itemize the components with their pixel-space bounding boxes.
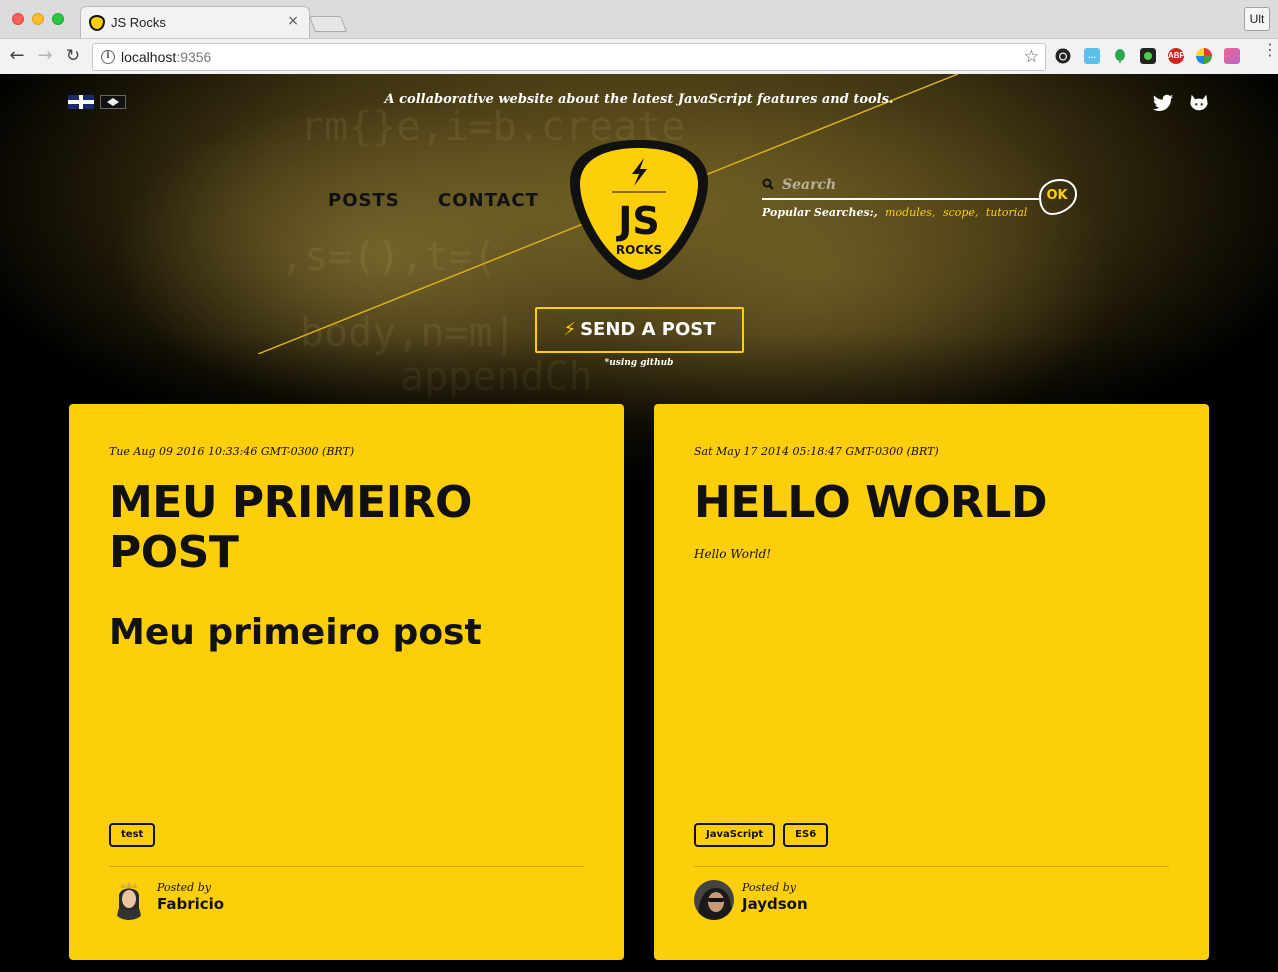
close-window-button[interactable] [12, 13, 24, 25]
adblock-icon[interactable]: ABP [1168, 48, 1185, 64]
profile-button[interactable]: Ult [1244, 7, 1270, 31]
pinwheel-icon[interactable] [1196, 48, 1212, 64]
new-tab-button[interactable] [309, 16, 347, 32]
tab-title: JS Rocks [111, 15, 166, 30]
popular-search-link[interactable]: scope, [943, 206, 978, 219]
menu-icon[interactable]: ⋮ [1262, 42, 1278, 58]
author-name[interactable]: Fabricio [157, 895, 224, 913]
github-icon[interactable] [1055, 48, 1071, 64]
send-post-note: *using github [604, 358, 674, 368]
post-date: Sat May 17 2014 05:18:47 GMT-0300 (BRT) [694, 445, 939, 458]
browser-chrome: JS Rocks × Ult ← → ↻ i localhost:9356 ☆ … [0, 0, 1278, 74]
avatar[interactable] [109, 880, 149, 920]
popular-search-link[interactable]: modules, [885, 206, 935, 219]
github-icon[interactable] [1188, 92, 1210, 114]
author-name[interactable]: Jaydson [742, 895, 808, 913]
posted-by-label: Posted by [157, 881, 211, 894]
tag-link[interactable]: ES6 [783, 823, 829, 847]
twitter-icon[interactable] [1152, 92, 1174, 114]
ok-label: OK [1046, 188, 1068, 203]
post-card[interactable]: Tue Aug 09 2016 10:33:46 GMT-0300 (BRT) … [69, 404, 624, 960]
divider [694, 866, 1169, 867]
reload-icon[interactable]: ↻ [62, 45, 84, 67]
post-card[interactable]: Sat May 17 2014 05:18:47 GMT-0300 (BRT) … [654, 404, 1209, 960]
post-tags: JavaScript ES6 [694, 822, 836, 847]
search-icon [762, 178, 774, 190]
avatar[interactable] [694, 880, 734, 920]
logo-rocks-text: ROCKS [616, 243, 662, 257]
browser-toolbar: ← → ↻ i localhost:9356 ☆ … ABP ⋮ [0, 38, 1278, 74]
send-post-label: SEND A POST [580, 319, 716, 340]
post-subtitle: Meu primeiro post [109, 612, 482, 653]
post-tags: test [109, 822, 163, 847]
nav-posts-link[interactable]: POSTS [328, 190, 400, 211]
minimize-window-button[interactable] [32, 13, 44, 25]
tab-close-icon[interactable]: × [287, 13, 299, 29]
forward-arrow-icon[interactable]: → [34, 45, 56, 67]
maximize-window-button[interactable] [52, 13, 64, 25]
post-title[interactable]: HELLO WORLD [694, 478, 1164, 528]
site-tagline: A collaborative website about the latest… [384, 92, 894, 107]
divider [109, 866, 584, 867]
popular-searches: Popular Searches:, modules, scope, tutor… [762, 206, 1027, 219]
back-arrow-icon[interactable]: ← [6, 45, 28, 67]
send-post-button[interactable]: ⚡ SEND A POST [535, 307, 744, 353]
post-title[interactable]: MEU PRIMEIRO POST [109, 478, 579, 578]
search-underline [762, 198, 1040, 200]
info-icon[interactable]: i [101, 50, 115, 64]
nav-contact-link[interactable]: CONTACT [438, 190, 539, 211]
search-input[interactable] [782, 174, 1032, 196]
chat-bubble-icon[interactable]: … [1084, 48, 1100, 64]
posted-by-label: Posted by [742, 881, 796, 894]
popular-search-link[interactable]: tutorial [986, 206, 1027, 219]
post-date: Tue Aug 09 2016 10:33:46 GMT-0300 (BRT) [109, 445, 355, 458]
address-bar[interactable]: i localhost:9356 ☆ [92, 43, 1046, 71]
leaf-icon[interactable] [1112, 48, 1128, 64]
search-ok-button[interactable]: OK [1036, 178, 1078, 216]
logo-js-text: JS [615, 199, 660, 243]
favicon-icon [89, 15, 105, 31]
lightning-icon: ⚡ [563, 319, 577, 340]
tab-bar: JS Rocks × Ult [0, 0, 1278, 38]
gradient-square-icon[interactable] [1224, 48, 1240, 64]
popular-searches-label: Popular Searches:, [762, 206, 878, 219]
bookmark-star-icon[interactable]: ☆ [1024, 47, 1039, 67]
browser-tab[interactable]: JS Rocks × [80, 6, 310, 38]
green-dot-icon[interactable] [1140, 48, 1156, 64]
url-text[interactable]: localhost:9356 [121, 49, 211, 65]
tag-link[interactable]: test [109, 823, 156, 847]
tag-link[interactable]: JavaScript [694, 823, 776, 847]
post-excerpt: Hello World! [694, 547, 772, 561]
js-rocks-logo[interactable]: JS ROCKS [568, 136, 710, 284]
page: rm{}e,i=b.create ,s=(),t=( body,n=m| app… [0, 74, 1278, 972]
